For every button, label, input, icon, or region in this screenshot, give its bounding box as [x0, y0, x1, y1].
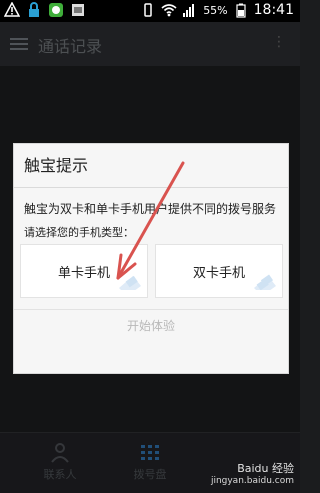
watermark: Baidu 经验 jingyan.baidu.com: [211, 463, 294, 487]
red-arrow-annotation: [116, 161, 185, 280]
watermark-site: jingyan.baidu.com: [210, 476, 294, 486]
watermark-brand: Baidu 经验: [237, 462, 294, 475]
